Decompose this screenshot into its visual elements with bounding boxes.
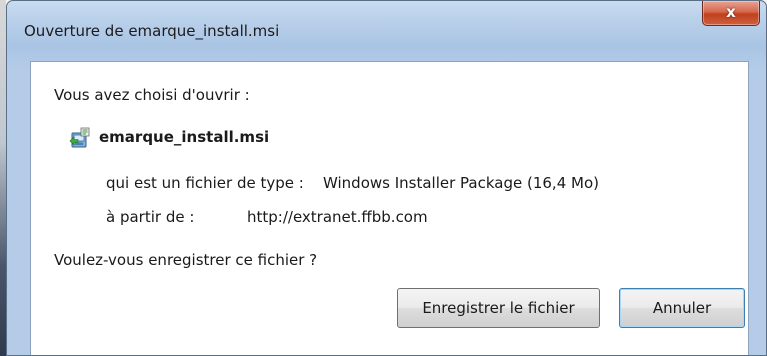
- close-icon: x: [726, 3, 736, 21]
- close-button[interactable]: x: [702, 1, 760, 26]
- window-title: Ouverture de emarque_install.msi: [24, 22, 280, 40]
- file-name: emarque_install.msi: [99, 128, 270, 146]
- open-prompt-text: Vous avez choisi d'ouvrir :: [54, 86, 250, 104]
- source-url: http://extranet.ffbb.com: [247, 208, 428, 226]
- file-open-dialog: Ouverture de emarque_install.msi x Vous …: [6, 0, 767, 356]
- save-file-button[interactable]: Enregistrer le fichier: [397, 288, 600, 328]
- msi-installer-icon: [69, 127, 90, 148]
- cancel-button[interactable]: Annuler: [619, 288, 745, 328]
- file-type-value: Windows Installer Package (16,4 Mo): [323, 174, 599, 192]
- title-bar[interactable]: Ouverture de emarque_install.msi x: [7, 1, 766, 47]
- source-label: à partir de :: [106, 208, 195, 226]
- dialog-content: Vous avez choisi d'ouvrir : emarque_inst…: [30, 61, 749, 355]
- save-question-text: Voulez-vous enregistrer ce fichier ?: [54, 251, 318, 269]
- file-type-label: qui est un fichier de type :: [106, 174, 304, 192]
